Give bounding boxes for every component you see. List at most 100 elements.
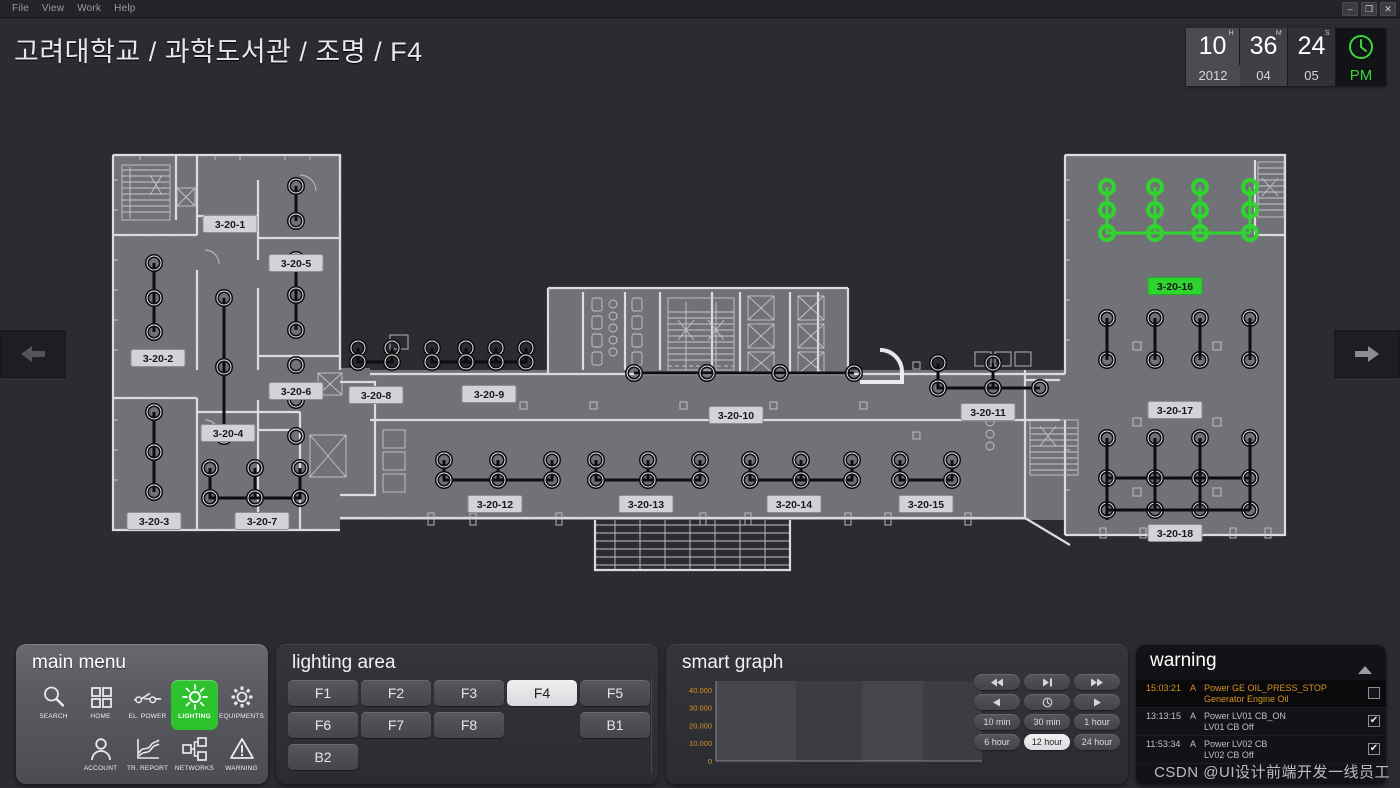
floor-button-f8[interactable]: F8 bbox=[434, 712, 504, 738]
zone-label-text: 3-20-5 bbox=[281, 258, 312, 270]
minimize-icon[interactable]: – bbox=[1342, 2, 1358, 16]
chart-band bbox=[862, 681, 924, 761]
warning-row[interactable]: 13:13:15 A Power LV01 CB_ON LV01 CB Off ✔ bbox=[1136, 708, 1386, 736]
forward-button[interactable] bbox=[1074, 674, 1120, 690]
zone-label-text: 3-20-16 bbox=[1157, 281, 1193, 293]
warning-row[interactable]: 15:03:21 A Power GE OIL_PRESS_STOP Generato… bbox=[1136, 680, 1386, 708]
menu-item-view[interactable]: View bbox=[42, 3, 64, 14]
warning-ack-checkbox[interactable]: ✔ bbox=[1368, 743, 1380, 755]
zone-label-text: 3-20-15 bbox=[908, 499, 944, 511]
range-button-6-hour[interactable]: 6 hour bbox=[974, 734, 1020, 750]
floor-button-f3[interactable]: F3 bbox=[434, 680, 504, 706]
lighting-area-panel: lighting area F1 F2 F3 F4 F5 F6 F7 F8 B1 B2 bbox=[276, 644, 658, 784]
floor-button-f6[interactable]: F6 bbox=[288, 712, 358, 738]
rewind-button[interactable] bbox=[974, 674, 1020, 690]
clock-second-unit: S bbox=[1325, 30, 1330, 37]
zone-label-3-20-6[interactable]: 3-20-6 bbox=[268, 382, 324, 400]
zone-label-3-20-11[interactable]: 3-20-11 bbox=[960, 403, 1016, 421]
menu-item-warning[interactable]: WARNING bbox=[218, 732, 265, 782]
smart-graph-chart[interactable]: 0 10.000 20.000 30.000 40.000 bbox=[674, 677, 986, 777]
warning-message-line2: LV02 CB Off bbox=[1204, 750, 1254, 760]
warning-code: A bbox=[1190, 683, 1197, 693]
range-button-30-min[interactable]: 30 min bbox=[1024, 714, 1070, 730]
warning-message-line1: Power LV01 CB_ON bbox=[1204, 711, 1286, 721]
pause-icon bbox=[1041, 678, 1053, 687]
clock-second: S 24 05 bbox=[1288, 28, 1336, 86]
zone-label-3-20-12[interactable]: 3-20-12 bbox=[467, 495, 523, 513]
menu-item-equipments[interactable]: EQUIPMENTS bbox=[218, 680, 265, 730]
zone-label-3-20-9[interactable]: 3-20-9 bbox=[461, 385, 517, 403]
forward-icon bbox=[1090, 678, 1104, 687]
warning-message: Power GE OIL_PRESS_STOP Generator Engine … bbox=[1204, 683, 1368, 705]
zone-label-3-20-18[interactable]: 3-20-18 bbox=[1147, 524, 1203, 542]
zone-label-3-20-1[interactable]: 3-20-1 bbox=[202, 215, 258, 233]
menu-item-work[interactable]: Work bbox=[77, 3, 101, 14]
zone-label-3-20-16[interactable]: 3-20-16 bbox=[1147, 277, 1203, 295]
zone-label-3-20-10[interactable]: 3-20-10 bbox=[708, 406, 764, 424]
chevron-up-icon[interactable] bbox=[1358, 661, 1372, 679]
warning-message-line1: Power LV02 CB bbox=[1204, 739, 1268, 749]
range-button-12-hour[interactable]: 12 hour bbox=[1024, 734, 1070, 750]
main-menu-panel: main menu SEARCH HOME EL. POWER LIGHTING EQU… bbox=[16, 644, 268, 784]
zone-label-3-20-3[interactable]: 3-20-3 bbox=[126, 512, 182, 530]
next-button[interactable] bbox=[1074, 694, 1120, 710]
zone-label-3-20-2[interactable]: 3-20-2 bbox=[130, 349, 186, 367]
menu-item-networks[interactable]: NETWORKS bbox=[171, 732, 218, 782]
warning-ack-checkbox[interactable] bbox=[1368, 687, 1380, 699]
next-icon bbox=[1092, 698, 1102, 707]
pause-button[interactable] bbox=[1024, 674, 1070, 690]
menu-item-label: LIGHTING bbox=[178, 713, 211, 720]
zone-label-3-20-13[interactable]: 3-20-13 bbox=[618, 495, 674, 513]
menu-item-el-power[interactable]: EL. POWER bbox=[124, 680, 171, 730]
zone-label-text: 3-20-8 bbox=[361, 390, 392, 402]
range-button-24-hour[interactable]: 24 hour bbox=[1074, 734, 1120, 750]
menu-item-label: WARNING bbox=[225, 765, 258, 772]
zone-label-text: 3-20-1 bbox=[215, 219, 246, 231]
floor-button-b2[interactable]: B2 bbox=[288, 744, 358, 770]
zone-label-3-20-15[interactable]: 3-20-15 bbox=[898, 495, 954, 513]
floor-button-f7[interactable]: F7 bbox=[361, 712, 431, 738]
clock-widget: H 10 2012 M 36 04 S 24 05 PM bbox=[1186, 28, 1386, 86]
prev-button[interactable] bbox=[974, 694, 1020, 710]
floorplan-canvas[interactable]: 3-20-1 3-20-5 3-20-2 3-20-6 3-20-8 3-20-9 3-20… bbox=[0, 120, 1400, 630]
range-button-1-hour[interactable]: 1 hour bbox=[1074, 714, 1120, 730]
menu-item-label: ACCOUNT bbox=[83, 765, 118, 772]
floor-button-f4[interactable]: F4 bbox=[507, 680, 577, 706]
warning-message: Power LV02 CB LV02 CB Off bbox=[1204, 739, 1368, 761]
main-menu-grid-row1: SEARCH HOME EL. POWER LIGHTING EQUIPMENTS bbox=[30, 680, 265, 730]
menu-item-tr-report[interactable]: TR. REPORT bbox=[124, 732, 171, 782]
menu-bar: File View Work Help bbox=[12, 3, 136, 14]
restore-icon[interactable]: ❐ bbox=[1361, 2, 1377, 16]
warning-row[interactable]: 11:53:34 A Power LV02 CB LV02 CB Off ✔ bbox=[1136, 736, 1386, 764]
menu-item-lighting[interactable]: LIGHTING bbox=[171, 680, 218, 730]
zone-label-3-20-14[interactable]: 3-20-14 bbox=[766, 495, 822, 513]
sun-icon bbox=[181, 683, 209, 711]
warning-ack-checkbox[interactable]: ✔ bbox=[1368, 715, 1380, 727]
smart-graph-panel: smart graph 0 10.000 20.000 30.000 40.000 10… bbox=[666, 644, 1128, 784]
zone-label-text: 3-20-6 bbox=[281, 386, 312, 398]
menu-item-account[interactable]: ACCOUNT bbox=[77, 732, 124, 782]
person-icon bbox=[87, 735, 115, 763]
floor-button-f2[interactable]: F2 bbox=[361, 680, 431, 706]
menu-item-home[interactable]: HOME bbox=[77, 680, 124, 730]
floor-button-f1[interactable]: F1 bbox=[288, 680, 358, 706]
menu-item-help[interactable]: Help bbox=[114, 3, 135, 14]
zone-label-3-20-7[interactable]: 3-20-7 bbox=[234, 512, 290, 530]
menu-item-file[interactable]: File bbox=[12, 3, 29, 14]
floor-button-f5[interactable]: F5 bbox=[580, 680, 650, 706]
now-button[interactable] bbox=[1024, 694, 1070, 710]
zone-label-3-20-17[interactable]: 3-20-17 bbox=[1147, 401, 1203, 419]
warning-message-line2: LV01 CB Off bbox=[1204, 722, 1254, 732]
range-button-10-min[interactable]: 10 min bbox=[974, 714, 1020, 730]
menu-item-search[interactable]: SEARCH bbox=[30, 680, 77, 730]
clock-minute: M 36 04 bbox=[1240, 28, 1288, 86]
warning-list[interactable]: 15:03:21 A Power GE OIL_PRESS_STOP Generato… bbox=[1136, 680, 1386, 764]
zone-label-3-20-8[interactable]: 3-20-8 bbox=[348, 386, 404, 404]
floor-button-b1[interactable]: B1 bbox=[580, 712, 650, 738]
zone-label-3-20-5[interactable]: 3-20-5 bbox=[268, 254, 324, 272]
zone-label-text: 3-20-11 bbox=[970, 407, 1006, 419]
chart-ytick-label: 40.000 bbox=[689, 686, 712, 695]
main-menu-title: main menu bbox=[32, 652, 126, 673]
close-icon[interactable]: ✕ bbox=[1380, 2, 1396, 16]
zone-label-3-20-4[interactable]: 3-20-4 bbox=[200, 424, 256, 442]
